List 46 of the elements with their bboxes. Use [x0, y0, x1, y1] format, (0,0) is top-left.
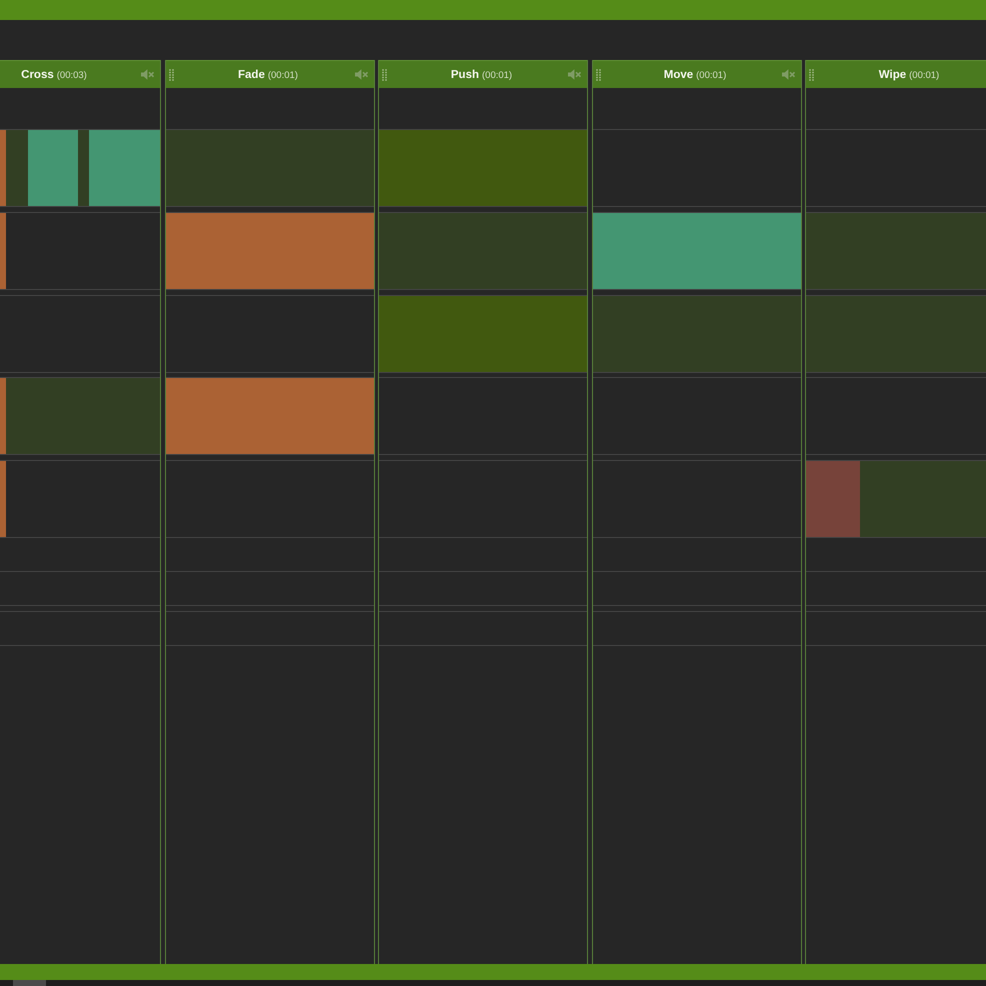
column-header[interactable]: Fade (00:01): [166, 60, 374, 88]
grip-icon[interactable]: [596, 68, 600, 80]
clip-block[interactable]: [166, 130, 374, 206]
column-title: Push: [450, 68, 479, 80]
mute-icon[interactable]: [782, 69, 794, 80]
clip-block[interactable]: [806, 461, 860, 537]
clip-block[interactable]: [379, 130, 587, 206]
clip-block[interactable]: [0, 212, 6, 289]
scrollbar-thumb[interactable]: [13, 980, 46, 986]
column-header[interactable]: Cross (00:03): [0, 60, 160, 88]
column-title: Wipe: [878, 68, 906, 80]
clip-block[interactable]: [166, 212, 374, 289]
duration-label: (00:01): [268, 70, 298, 80]
clip-block[interactable]: [28, 130, 78, 206]
clip-block[interactable]: [379, 296, 587, 372]
mute-icon[interactable]: [568, 69, 581, 80]
column-header[interactable]: Push (00:01): [379, 60, 587, 88]
clip-block[interactable]: [860, 461, 986, 537]
mute-icon[interactable]: [141, 69, 154, 80]
clip-block[interactable]: [592, 296, 800, 372]
column-title: Move: [664, 68, 694, 80]
column-title: Fade: [238, 68, 265, 80]
duration-label: (00:01): [909, 70, 940, 80]
clip-block[interactable]: [6, 130, 28, 206]
duration-label: (00:01): [482, 70, 512, 80]
clip-block[interactable]: [806, 212, 986, 289]
clip-block[interactable]: [0, 130, 6, 206]
grip-icon[interactable]: [382, 68, 387, 80]
duration-label: (00:01): [696, 70, 726, 80]
clip-block[interactable]: [806, 296, 986, 372]
clip-block[interactable]: [592, 212, 800, 289]
grip-icon[interactable]: [809, 68, 814, 80]
column-title: Cross: [21, 68, 54, 80]
scrollbar-track[interactable]: [0, 980, 986, 986]
clip-block[interactable]: [0, 378, 6, 454]
grip-icon[interactable]: [168, 68, 174, 80]
clip-block[interactable]: [78, 130, 89, 206]
column-header[interactable]: Wipe (00:01): [806, 60, 986, 88]
duration-label: (00:03): [56, 70, 87, 80]
mute-icon[interactable]: [354, 69, 368, 80]
column-header[interactable]: Move (00:01): [592, 60, 800, 88]
clip-block[interactable]: [379, 212, 587, 289]
clip-block[interactable]: [6, 378, 160, 454]
clip-block[interactable]: [89, 130, 160, 206]
clip-block[interactable]: [0, 461, 6, 537]
clip-block[interactable]: [166, 378, 374, 454]
